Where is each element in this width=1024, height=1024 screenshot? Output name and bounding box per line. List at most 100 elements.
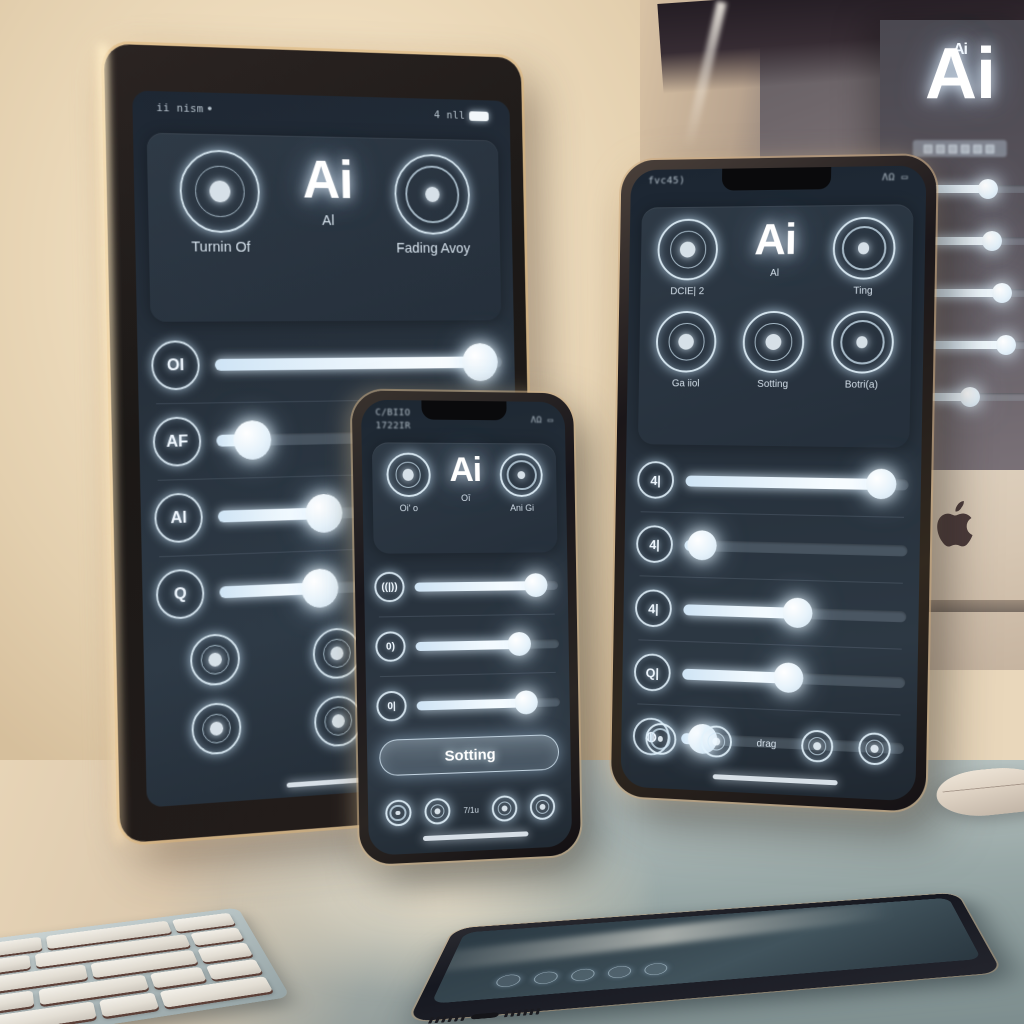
center-phone-screen[interactable]: C/BIIO 1722IR ΛΩ ▭ Oi' o Ai Oī Ani Gi ((|))…	[360, 399, 573, 856]
icon-cell[interactable]: Ai Al	[753, 215, 796, 297]
slider-track[interactable]	[414, 573, 559, 598]
slider-thumb[interactable]	[461, 343, 499, 382]
icon-cell[interactable]: DCIE| 2	[657, 218, 719, 298]
slider-thumb[interactable]	[865, 468, 897, 500]
slider-fill	[214, 356, 481, 371]
icon-cell[interactable]: Ai Oī	[449, 451, 481, 503]
slider-row[interactable]: 4|	[634, 586, 907, 639]
speaker-icon[interactable]	[424, 797, 451, 825]
slider-row[interactable]: 0|	[376, 683, 561, 726]
slider-thumb[interactable]	[772, 662, 804, 694]
dial-icon[interactable]	[491, 795, 518, 822]
flat-phone-icon[interactable]	[607, 965, 632, 979]
slider-icon-label[interactable]: 0|	[376, 690, 407, 722]
slider-thumb[interactable]	[300, 568, 339, 609]
flat-phone-icon[interactable]	[569, 968, 596, 982]
right-phone-screen[interactable]: fvc45) ΛΩ ▭ DCIE| 2 Ai Al Ting Ga iiol Sottin…	[620, 165, 927, 802]
hand-dial-icon[interactable]	[312, 627, 362, 680]
leaf-icon[interactable]	[700, 724, 733, 759]
slider-thumb[interactable]	[687, 530, 717, 561]
slider-icon-label[interactable]: 0)	[375, 631, 406, 663]
slider-icon-label[interactable]: AI	[154, 492, 204, 544]
glow-icon[interactable]	[530, 793, 556, 821]
slider-track[interactable]	[415, 631, 560, 657]
slider-row[interactable]: ((|))	[374, 566, 559, 606]
center-phone-header-card[interactable]: Oi' o Ai Oī Ani Gi	[371, 442, 558, 554]
slider-track[interactable]	[930, 387, 1024, 407]
slider-icon-label[interactable]: 4|	[634, 588, 673, 628]
slider-track[interactable]	[684, 530, 908, 561]
slider-track[interactable]	[416, 690, 561, 715]
slider-thumb[interactable]	[305, 493, 343, 534]
ripple-ring-icon[interactable]	[499, 453, 544, 497]
slider-thumb[interactable]	[514, 690, 538, 715]
right-phone-icon-card[interactable]: DCIE| 2 Ai Al Ting Ga iiol Sotting Botri(a)	[637, 204, 914, 448]
ripple-ring-icon[interactable]	[393, 153, 471, 235]
slider-thumb[interactable]	[507, 631, 532, 657]
slider-track[interactable]	[930, 179, 1024, 199]
slider-thumb[interactable]	[996, 335, 1016, 355]
compass-dial-icon[interactable]	[313, 694, 363, 748]
slider-icon-label[interactable]: 4|	[635, 524, 674, 564]
slider-thumb[interactable]	[523, 573, 548, 598]
icon-label: Oī	[460, 492, 471, 503]
right-phone-device[interactable]: fvc45) ΛΩ ▭ DCIE| 2 Ai Al Ting Ga iiol Sottin…	[610, 155, 937, 813]
icon-cell[interactable]: Ani Gi	[499, 453, 544, 513]
icon-cell[interactable]: Turnin Of	[178, 149, 261, 256]
target-ring-icon[interactable]	[657, 218, 719, 281]
diamond-icon[interactable]	[191, 701, 242, 756]
tablet-header-card[interactable]: Turnin Of Ai Al Fading Avoy	[146, 132, 502, 322]
flat-phone-icon[interactable]	[494, 973, 523, 988]
slider-thumb[interactable]	[982, 231, 1002, 251]
slider-icon-label[interactable]: AF	[152, 416, 202, 467]
right-phone-home-indicator[interactable]	[713, 774, 838, 786]
center-phone-status-left: C/BIIO 1722IR	[375, 408, 411, 432]
slider-row[interactable]: 4|	[636, 458, 909, 507]
slider-icon-label[interactable]: Q	[155, 568, 205, 620]
slider-row[interactable]: 4|	[635, 522, 908, 573]
icon-cell[interactable]: Fading Avoy	[393, 153, 471, 257]
slider-row[interactable]: OI	[150, 335, 503, 393]
orb-icon[interactable]	[644, 722, 677, 756]
icon-cell[interactable]: Ting	[831, 216, 896, 297]
slider-track[interactable]	[685, 468, 909, 500]
slider-track[interactable]	[683, 597, 907, 629]
slider-icon-label[interactable]: 4|	[636, 460, 675, 500]
slider-row[interactable]: Q|	[633, 650, 906, 704]
dial-icon[interactable]	[858, 731, 892, 766]
center-phone-settings-button[interactable]: Sotting	[379, 734, 560, 777]
dock-caption: 7/1u	[463, 805, 479, 815]
swirl-icon[interactable]	[742, 310, 805, 374]
ripple-ring-icon[interactable]	[830, 310, 895, 374]
shield-eye-icon[interactable]	[385, 452, 431, 498]
slider-thumb[interactable]	[992, 283, 1012, 303]
slider-track[interactable]	[930, 283, 1024, 303]
slider-thumb[interactable]	[782, 597, 814, 629]
slider-row[interactable]: 0)	[375, 624, 560, 666]
icon-cell[interactable]: Ai Al	[302, 148, 353, 229]
slider-track[interactable]	[214, 343, 503, 382]
slider-thumb[interactable]	[232, 420, 272, 461]
slider-icon-label[interactable]: OI	[150, 340, 201, 391]
power-icon[interactable]	[189, 632, 241, 687]
speaker-icon[interactable]	[801, 729, 834, 764]
center-phone-device[interactable]: C/BIIO 1722IR ΛΩ ▭ Oi' o Ai Oī Ani Gi ((|))…	[351, 390, 581, 866]
flat-phone-icon[interactable]	[532, 971, 560, 985]
slider-track[interactable]	[930, 231, 1024, 251]
icon-cell[interactable]: Oi' o	[385, 452, 431, 514]
icon-cell[interactable]: Botri(a)	[830, 310, 895, 391]
target-ring-icon[interactable]	[178, 149, 261, 234]
flat-phone-icon[interactable]	[643, 962, 668, 976]
slider-thumb[interactable]	[960, 387, 980, 407]
icon-cell[interactable]: Sotting	[742, 310, 805, 390]
slider-track[interactable]	[682, 662, 906, 694]
slider-track[interactable]	[930, 335, 1024, 355]
orb-icon[interactable]	[384, 799, 412, 827]
center-phone-home-indicator[interactable]	[422, 831, 529, 842]
icon-cell[interactable]: Ga iiol	[655, 311, 718, 390]
slider-icon-label[interactable]: Q|	[633, 653, 672, 692]
slider-thumb[interactable]	[978, 179, 998, 199]
slider-icon-label[interactable]: ((|))	[374, 571, 405, 603]
ripple-ring-icon[interactable]	[831, 216, 896, 280]
target-ring-icon[interactable]	[655, 311, 718, 373]
